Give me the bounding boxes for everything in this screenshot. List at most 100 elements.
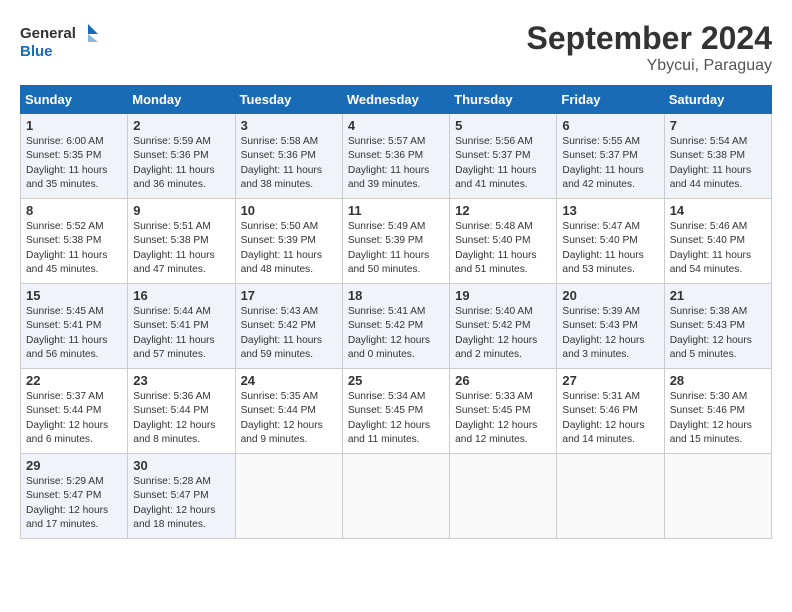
svg-text:General: General [20, 25, 76, 42]
day-info: Sunrise: 5:47 AM Sunset: 5:40 PM Dayligh… [562, 220, 658, 277]
day-number: 27 [562, 373, 658, 388]
day-number: 21 [670, 288, 766, 303]
day-info: Sunrise: 5:36 AM Sunset: 5:44 PM Dayligh… [133, 390, 229, 447]
day-info: Sunrise: 5:35 AM Sunset: 5:44 PM Dayligh… [241, 390, 337, 447]
day-number: 20 [562, 288, 658, 303]
day-cell: 14Sunrise: 5:46 AM Sunset: 5:40 PM Dayli… [664, 199, 771, 284]
column-header-thursday: Thursday [450, 86, 557, 114]
day-number: 6 [562, 118, 658, 133]
day-number: 13 [562, 203, 658, 218]
day-info: Sunrise: 5:45 AM Sunset: 5:41 PM Dayligh… [26, 305, 122, 362]
logo: General Blue [20, 20, 100, 64]
day-cell: 23 Sunrise: 5:36 AM Sunset: 5:44 PM Dayli… [128, 369, 235, 454]
day-number: 25 [348, 373, 444, 388]
day-number: 19 [455, 288, 551, 303]
day-cell: 28 Sunrise: 5:30 AM Sunset: 5:46 PM Dayli… [664, 369, 771, 454]
day-info: Sunrise: 5:39 AM Sunset: 5:43 PM Dayligh… [562, 305, 658, 362]
day-cell: 20 Sunrise: 5:39 AM Sunset: 5:43 PM Dayli… [557, 284, 664, 369]
day-info: Sunrise: 5:50 AM Sunset: 5:39 PM Dayligh… [241, 220, 337, 277]
day-cell: 6 Sunrise: 5:55 AM Sunset: 5:37 PM Daylig… [557, 114, 664, 199]
day-number: 3 [241, 118, 337, 133]
day-info: Sunrise: 5:48 AM Sunset: 5:40 PM Dayligh… [455, 220, 551, 277]
day-number: 18 [348, 288, 444, 303]
week-row-2: 8 Sunrise: 5:52 AM Sunset: 5:38 PM Daylig… [21, 199, 772, 284]
week-row-4: 22 Sunrise: 5:37 AM Sunset: 5:44 PM Dayli… [21, 369, 772, 454]
day-number: 28 [670, 373, 766, 388]
day-cell: 5Sunrise: 5:56 AM Sunset: 5:37 PM Daylig… [450, 114, 557, 199]
column-header-friday: Friday [557, 86, 664, 114]
location-subtitle: Ybycui, Paraguay [527, 57, 772, 75]
day-info: Sunrise: 5:54 AM Sunset: 5:38 PM Dayligh… [670, 135, 766, 192]
column-header-wednesday: Wednesday [342, 86, 449, 114]
day-number: 30 [133, 458, 229, 473]
day-info: Sunrise: 5:52 AM Sunset: 5:38 PM Dayligh… [26, 220, 122, 277]
day-cell: 9Sunrise: 5:51 AM Sunset: 5:38 PM Daylig… [128, 199, 235, 284]
day-cell [664, 454, 771, 539]
day-cell: 16 Sunrise: 5:44 AM Sunset: 5:41 PM Dayli… [128, 284, 235, 369]
day-cell: 3 Sunrise: 5:58 AM Sunset: 5:36 PM Daylig… [235, 114, 342, 199]
column-header-sunday: Sunday [21, 86, 128, 114]
day-info: Sunrise: 5:57 AM Sunset: 5:36 PM Dayligh… [348, 135, 444, 192]
day-number: 14 [670, 203, 766, 218]
day-number: 17 [241, 288, 337, 303]
svg-text:Blue: Blue [20, 43, 53, 60]
day-info: Sunrise: 5:37 AM Sunset: 5:44 PM Dayligh… [26, 390, 122, 447]
day-cell: 15Sunrise: 5:45 AM Sunset: 5:41 PM Dayli… [21, 284, 128, 369]
day-cell: 4Sunrise: 5:57 AM Sunset: 5:36 PM Daylig… [342, 114, 449, 199]
day-cell: 10 Sunrise: 5:50 AM Sunset: 5:39 PM Dayli… [235, 199, 342, 284]
day-info: Sunrise: 5:55 AM Sunset: 5:37 PM Dayligh… [562, 135, 658, 192]
day-cell: 26 Sunrise: 5:33 AM Sunset: 5:45 PM Dayli… [450, 369, 557, 454]
day-cell [557, 454, 664, 539]
week-row-3: 15Sunrise: 5:45 AM Sunset: 5:41 PM Dayli… [21, 284, 772, 369]
day-number: 7 [670, 118, 766, 133]
logo-svg: General Blue [20, 20, 100, 64]
day-number: 10 [241, 203, 337, 218]
day-number: 12 [455, 203, 551, 218]
day-number: 26 [455, 373, 551, 388]
day-info: Sunrise: 5:44 AM Sunset: 5:41 PM Dayligh… [133, 305, 229, 362]
title-block: September 2024 Ybycui, Paraguay [527, 20, 772, 75]
day-cell [450, 454, 557, 539]
day-info: Sunrise: 5:41 AM Sunset: 5:42 PM Dayligh… [348, 305, 444, 362]
column-header-tuesday: Tuesday [235, 86, 342, 114]
calendar-table: SundayMondayTuesdayWednesdayThursdayFrid… [20, 85, 772, 539]
day-info: Sunrise: 5:31 AM Sunset: 5:46 PM Dayligh… [562, 390, 658, 447]
day-info: Sunrise: 5:38 AM Sunset: 5:43 PM Dayligh… [670, 305, 766, 362]
day-info: Sunrise: 5:58 AM Sunset: 5:36 PM Dayligh… [241, 135, 337, 192]
day-info: Sunrise: 5:51 AM Sunset: 5:38 PM Dayligh… [133, 220, 229, 277]
day-cell: 13 Sunrise: 5:47 AM Sunset: 5:40 PM Dayli… [557, 199, 664, 284]
day-info: Sunrise: 5:34 AM Sunset: 5:45 PM Dayligh… [348, 390, 444, 447]
day-cell: 29 Sunrise: 5:29 AM Sunset: 5:47 PM Dayli… [21, 454, 128, 539]
day-cell: 8 Sunrise: 5:52 AM Sunset: 5:38 PM Daylig… [21, 199, 128, 284]
column-header-saturday: Saturday [664, 86, 771, 114]
column-header-monday: Monday [128, 86, 235, 114]
day-cell: 7 Sunrise: 5:54 AM Sunset: 5:38 PM Daylig… [664, 114, 771, 199]
day-info: Sunrise: 5:30 AM Sunset: 5:46 PM Dayligh… [670, 390, 766, 447]
day-cell: 25 Sunrise: 5:34 AM Sunset: 5:45 PM Dayli… [342, 369, 449, 454]
day-cell: 19Sunrise: 5:40 AM Sunset: 5:42 PM Dayli… [450, 284, 557, 369]
day-number: 8 [26, 203, 122, 218]
day-info: Sunrise: 5:43 AM Sunset: 5:42 PM Dayligh… [241, 305, 337, 362]
day-info: Sunrise: 5:49 AM Sunset: 5:39 PM Dayligh… [348, 220, 444, 277]
day-cell [235, 454, 342, 539]
day-info: Sunrise: 5:33 AM Sunset: 5:45 PM Dayligh… [455, 390, 551, 447]
day-info: Sunrise: 5:28 AM Sunset: 5:47 PM Dayligh… [133, 475, 229, 532]
day-cell: 11 Sunrise: 5:49 AM Sunset: 5:39 PM Dayli… [342, 199, 449, 284]
page-header: General Blue September 2024 Ybycui, Para… [20, 20, 772, 75]
day-cell: 12 Sunrise: 5:48 AM Sunset: 5:40 PM Dayli… [450, 199, 557, 284]
day-cell: 21 Sunrise: 5:38 AM Sunset: 5:43 PM Dayli… [664, 284, 771, 369]
day-cell: 24 Sunrise: 5:35 AM Sunset: 5:44 PM Dayli… [235, 369, 342, 454]
day-number: 24 [241, 373, 337, 388]
day-cell [342, 454, 449, 539]
day-cell: 1Sunrise: 6:00 AM Sunset: 5:35 PM Daylig… [21, 114, 128, 199]
day-cell: 17 Sunrise: 5:43 AM Sunset: 5:42 PM Dayli… [235, 284, 342, 369]
day-info: Sunrise: 5:29 AM Sunset: 5:47 PM Dayligh… [26, 475, 122, 532]
day-number: 16 [133, 288, 229, 303]
day-number: 23 [133, 373, 229, 388]
day-number: 29 [26, 458, 122, 473]
day-number: 22 [26, 373, 122, 388]
day-cell: 18 Sunrise: 5:41 AM Sunset: 5:42 PM Dayli… [342, 284, 449, 369]
day-info: Sunrise: 5:56 AM Sunset: 5:37 PM Dayligh… [455, 135, 551, 192]
day-number: 11 [348, 203, 444, 218]
header-row: SundayMondayTuesdayWednesdayThursdayFrid… [21, 86, 772, 114]
